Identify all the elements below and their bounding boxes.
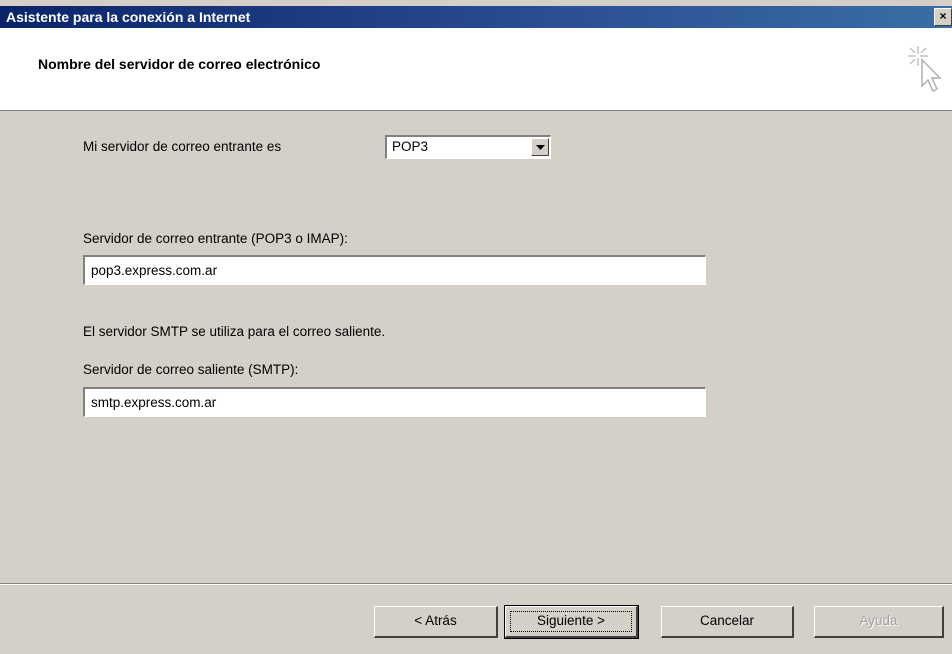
chevron-down-icon <box>536 145 545 150</box>
outgoing-server-label: Servidor de correo saliente (SMTP): <box>83 362 299 377</box>
dropdown-arrow-button[interactable] <box>531 138 549 156</box>
incoming-server-input[interactable] <box>83 255 706 285</box>
page-title: Nombre del servidor de correo electrónic… <box>38 56 321 72</box>
back-button[interactable]: < Atrás <box>374 606 498 638</box>
incoming-server-label: Servidor de correo entrante (POP3 o IMAP… <box>83 231 348 246</box>
window-title: Asistente para la conexión a Internet <box>6 9 251 25</box>
wizard-cursor-sparkle-icon <box>908 46 942 93</box>
help-button-label: Ayuda <box>859 613 898 628</box>
close-button[interactable]: × <box>934 8 952 26</box>
wizard-header: Nombre del servidor de correo electrónic… <box>0 28 952 111</box>
outgoing-server-input[interactable] <box>83 387 706 417</box>
back-button-label: < Atrás <box>414 613 457 628</box>
incoming-type-value: POP3 <box>392 139 429 154</box>
wizard-window: Asistente para la conexión a Internet × … <box>0 0 952 654</box>
title-bar[interactable]: Asistente para la conexión a Internet × <box>0 6 952 28</box>
cancel-button[interactable]: Cancelar <box>661 606 794 638</box>
next-button[interactable]: Siguiente > <box>504 605 639 639</box>
smtp-note: El servidor SMTP se utiliza para el corr… <box>83 324 386 339</box>
incoming-type-label: Mi servidor de correo entrante es <box>83 139 282 154</box>
help-button[interactable]: Ayuda <box>814 606 944 638</box>
cancel-button-label: Cancelar <box>699 613 755 628</box>
footer-divider <box>0 583 952 585</box>
close-icon: × <box>939 9 947 23</box>
focus-ring <box>510 611 632 632</box>
incoming-type-select[interactable]: POP3 <box>385 135 551 159</box>
